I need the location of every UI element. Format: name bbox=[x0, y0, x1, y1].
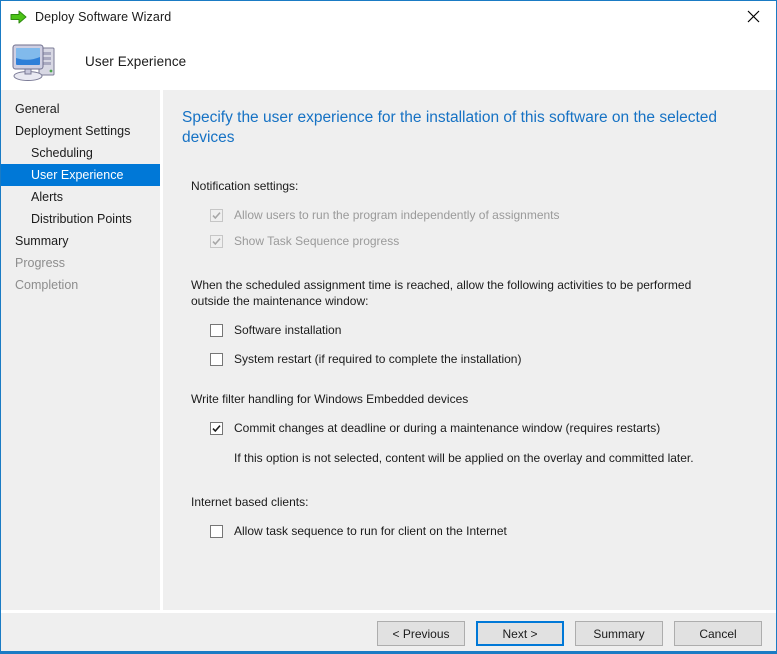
sidebar-item-summary[interactable]: Summary bbox=[1, 230, 160, 252]
checkbox-label-allow-users-run-program: Allow users to run the program independe… bbox=[234, 208, 560, 223]
wizard-footer: < Previous Next > Summary Cancel bbox=[1, 610, 776, 654]
checkbox-row-allow-task-sequence-internet[interactable]: Allow task sequence to run for client on… bbox=[182, 524, 748, 539]
wizard-header: User Experience bbox=[1, 32, 776, 90]
checkbox-row-system-restart[interactable]: System restart (if required to complete … bbox=[182, 352, 748, 367]
checkbox-allow-users-run-program bbox=[210, 209, 223, 222]
sidebar-item-alerts[interactable]: Alerts bbox=[1, 186, 160, 208]
wizard-steps-sidebar: General Deployment Settings Scheduling U… bbox=[1, 90, 163, 654]
checkbox-row-allow-users-run-program: Allow users to run the program independe… bbox=[182, 208, 748, 223]
checkbox-label-show-task-sequence-progress: Show Task Sequence progress bbox=[234, 234, 399, 249]
sidebar-item-general[interactable]: General bbox=[1, 98, 160, 120]
content-panel: Specify the user experience for the inst… bbox=[163, 90, 776, 654]
checkbox-commit-changes[interactable] bbox=[210, 422, 223, 435]
checkbox-label-system-restart: System restart (if required to complete … bbox=[234, 352, 521, 367]
checkbox-show-task-sequence-progress bbox=[210, 235, 223, 248]
page-title: User Experience bbox=[85, 54, 186, 69]
previous-button[interactable]: < Previous bbox=[377, 621, 465, 646]
checkbox-row-show-task-sequence-progress: Show Task Sequence progress bbox=[182, 234, 748, 249]
wizard-body: General Deployment Settings Scheduling U… bbox=[1, 90, 776, 654]
next-button[interactable]: Next > bbox=[476, 621, 564, 646]
sidebar-item-user-experience[interactable]: User Experience bbox=[1, 164, 160, 186]
cancel-button[interactable]: Cancel bbox=[674, 621, 762, 646]
write-filter-hint: If this option is not selected, content … bbox=[234, 450, 748, 466]
checkbox-system-restart[interactable] bbox=[210, 353, 223, 366]
title-bar: Deploy Software Wizard bbox=[1, 1, 776, 32]
checkbox-allow-task-sequence-internet[interactable] bbox=[210, 525, 223, 538]
content-heading: Specify the user experience for the inst… bbox=[182, 108, 742, 148]
close-icon[interactable] bbox=[731, 1, 776, 31]
checkbox-label-software-installation: Software installation bbox=[234, 323, 341, 338]
internet-clients-label: Internet based clients: bbox=[191, 494, 748, 510]
maintenance-window-label: When the scheduled assignment time is re… bbox=[191, 277, 701, 309]
summary-button[interactable]: Summary bbox=[575, 621, 663, 646]
notification-settings-label: Notification settings: bbox=[191, 178, 748, 194]
checkbox-software-installation[interactable] bbox=[210, 324, 223, 337]
deploy-software-wizard-window: Deploy Software Wizard bbox=[0, 0, 777, 654]
checkbox-label-allow-task-sequence-internet: Allow task sequence to run for client on… bbox=[234, 524, 507, 539]
checkbox-row-commit-changes[interactable]: Commit changes at deadline or during a m… bbox=[182, 421, 748, 436]
sidebar-item-progress: Progress bbox=[1, 252, 160, 274]
green-arrow-icon bbox=[10, 10, 27, 24]
sidebar-item-completion: Completion bbox=[1, 274, 160, 296]
sidebar-item-scheduling[interactable]: Scheduling bbox=[1, 142, 160, 164]
window-title: Deploy Software Wizard bbox=[35, 10, 171, 24]
write-filter-handling-label: Write filter handling for Windows Embedd… bbox=[191, 391, 748, 407]
sidebar-item-deployment-settings[interactable]: Deployment Settings bbox=[1, 120, 160, 142]
computer-icon bbox=[11, 39, 59, 83]
checkbox-label-commit-changes: Commit changes at deadline or during a m… bbox=[234, 421, 660, 436]
checkbox-row-software-installation[interactable]: Software installation bbox=[182, 323, 748, 338]
sidebar-item-distribution-points[interactable]: Distribution Points bbox=[1, 208, 160, 230]
